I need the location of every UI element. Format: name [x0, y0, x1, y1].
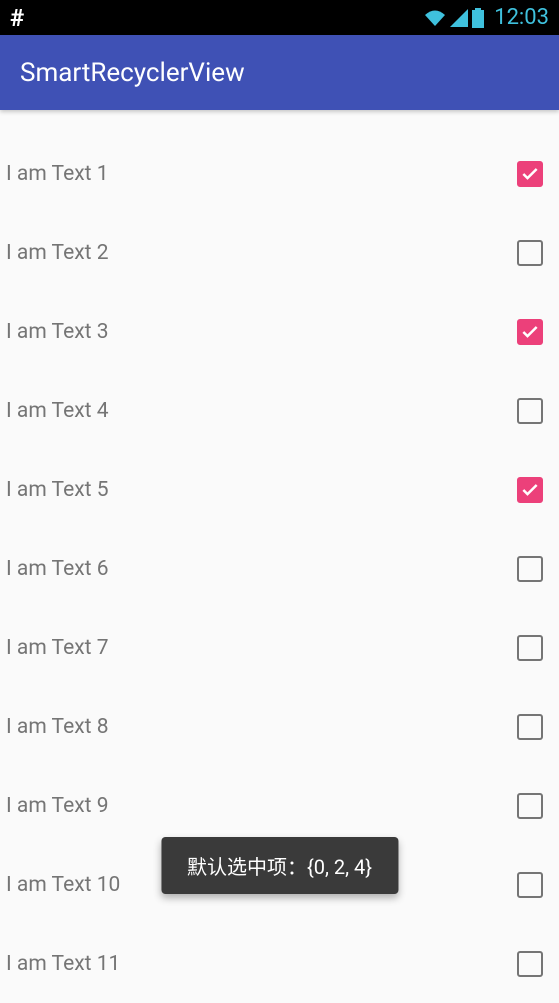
- item-label: I am Text 2: [6, 241, 109, 265]
- hash-icon: #: [10, 4, 24, 32]
- checkbox[interactable]: [517, 793, 543, 819]
- toast: 默认选中项：{0, 2, 4}: [161, 837, 398, 894]
- checkbox[interactable]: [517, 240, 543, 266]
- list-item[interactable]: I am Text 3: [0, 292, 559, 371]
- toast-message: 默认选中项：{0, 2, 4}: [187, 855, 372, 879]
- checkbox[interactable]: [517, 951, 543, 977]
- list-item[interactable]: I am Text 7: [0, 608, 559, 687]
- item-label: I am Text 11: [6, 952, 120, 976]
- item-label: I am Text 5: [6, 478, 109, 502]
- checkbox[interactable]: [517, 398, 543, 424]
- item-label: I am Text 7: [6, 636, 109, 660]
- item-label: I am Text 1: [6, 162, 109, 186]
- list-item[interactable]: I am Text 9: [0, 766, 559, 845]
- signal-icon: [450, 9, 468, 27]
- list-item[interactable]: I am Text 11: [0, 924, 559, 1003]
- status-bar: # 12:03: [0, 0, 559, 35]
- page-title: SmartRecyclerView: [20, 58, 245, 88]
- list-item[interactable]: I am Text 2: [0, 213, 559, 292]
- checkbox[interactable]: [517, 872, 543, 898]
- list-item[interactable]: I am Text 8: [0, 687, 559, 766]
- list-item[interactable]: I am Text 4: [0, 371, 559, 450]
- checkbox[interactable]: [517, 161, 543, 187]
- list-item[interactable]: I am Text 5: [0, 450, 559, 529]
- battery-icon: [472, 8, 484, 28]
- checkbox[interactable]: [517, 319, 543, 345]
- list-item[interactable]: I am Text 6: [0, 529, 559, 608]
- item-label: I am Text 4: [6, 399, 109, 423]
- checkbox[interactable]: [517, 556, 543, 582]
- item-label: I am Text 8: [6, 715, 109, 739]
- item-label: I am Text 10: [6, 873, 120, 897]
- checkbox[interactable]: [517, 635, 543, 661]
- item-label: I am Text 3: [6, 320, 109, 344]
- list-item[interactable]: I am Text 1: [0, 134, 559, 213]
- item-label: I am Text 9: [6, 794, 109, 818]
- clock: 12:03: [494, 5, 549, 30]
- app-bar: SmartRecyclerView: [0, 35, 559, 110]
- wifi-icon: [424, 9, 446, 27]
- item-label: I am Text 6: [6, 557, 109, 581]
- checkbox[interactable]: [517, 477, 543, 503]
- checkbox[interactable]: [517, 714, 543, 740]
